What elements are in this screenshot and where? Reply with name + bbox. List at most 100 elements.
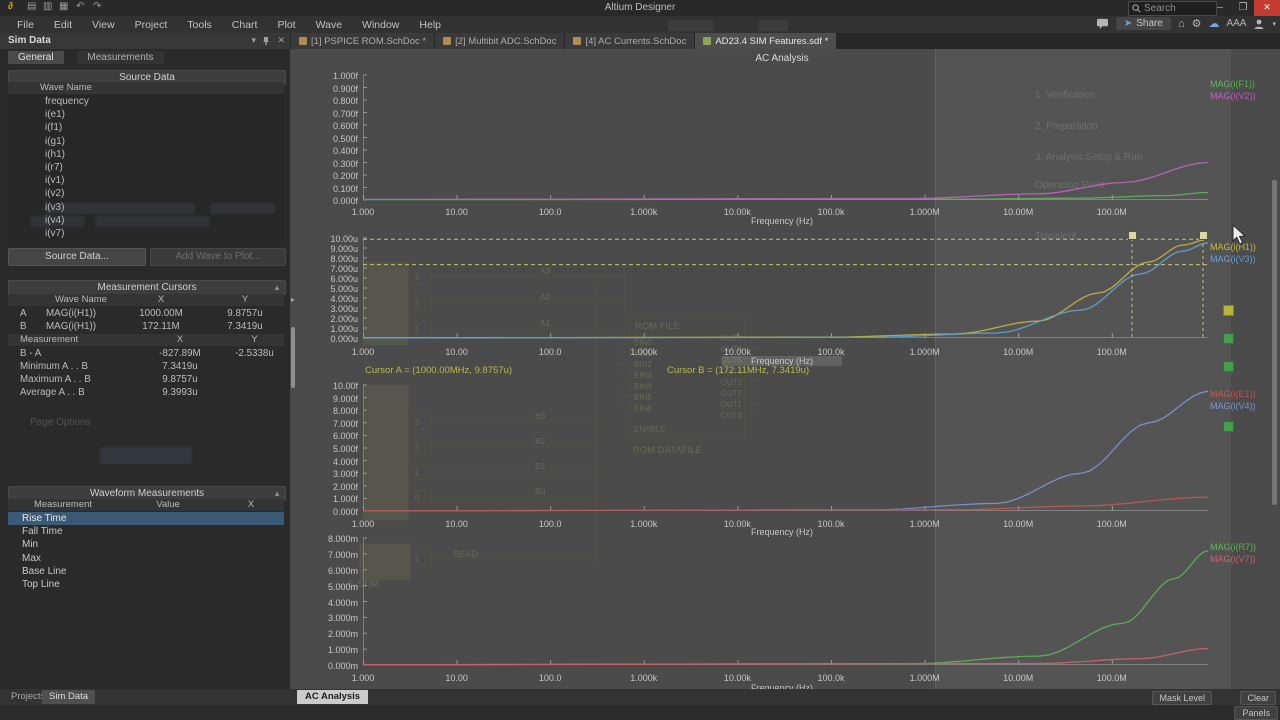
vertical-scrollbar[interactable] [1272, 180, 1277, 505]
y-tick-label: 0.000f [314, 196, 358, 206]
document-tab[interactable]: [1] PSPICE ROM.SchDoc * [291, 33, 434, 49]
pin-icon[interactable] [262, 36, 270, 46]
wave-legend-label[interactable]: MAG(i(V7)) [1210, 554, 1256, 564]
panel-menu-chevron-icon[interactable]: ▾ [251, 35, 256, 46]
menu-plot[interactable]: Plot [268, 18, 304, 32]
comment-icon[interactable] [1096, 18, 1109, 29]
wave-list-item[interactable]: i(f1) [8, 121, 284, 134]
plot-canvas[interactable] [363, 385, 1208, 517]
measure-row[interactable]: Maximum A . . B9.8757u [8, 373, 284, 386]
y-tick-label: 5.000m [314, 582, 358, 592]
tab-sim-data[interactable]: Sim Data [42, 690, 95, 704]
window-title: Altium Designer [0, 2, 1280, 13]
y-tick-label: 4.000f [314, 457, 358, 467]
x-tick-label: 100.0M [1084, 519, 1140, 529]
waveform-measurement-row[interactable]: Top Line [8, 578, 284, 591]
menu-chart[interactable]: Chart [223, 18, 267, 32]
x-tick-label: 1.000M [897, 519, 953, 529]
ghost-dashboard-title: Simulation Dashboard [1030, 49, 1128, 50]
wave-legend-label[interactable]: MAG(i(F1)) [1210, 79, 1255, 89]
measurement-cursors-header[interactable]: Measurement Cursors▲ [8, 280, 286, 295]
add-wave-to-plot-button: Add Wave to Plot... [150, 248, 286, 266]
minimize-button[interactable]: – [1208, 0, 1232, 16]
cursor-row[interactable]: AMAG(i(H1))1000.00M9.8757u [8, 307, 284, 320]
y-tick-label: 0.300f [314, 159, 358, 169]
menu-tools[interactable]: Tools [178, 18, 221, 32]
user-icon[interactable] [1253, 18, 1265, 30]
close-button[interactable]: ✕ [1254, 0, 1280, 16]
wave-legend-label[interactable]: MAG(i(V4)) [1210, 401, 1256, 411]
source-data-button[interactable]: Source Data... [8, 248, 146, 266]
waveform-measurement-row[interactable]: Fall Time [8, 525, 284, 538]
document-tab[interactable]: AD23.4 SIM Features.sdf * [695, 33, 836, 49]
menu-file[interactable]: File [8, 18, 43, 32]
cloud-icon[interactable]: ☁ [1208, 18, 1219, 30]
clear-button[interactable]: Clear [1240, 691, 1276, 705]
menu-window[interactable]: Window [353, 18, 408, 32]
x-tick-label: 100.0 [522, 519, 578, 529]
wave-legend-label[interactable]: MAG(i(V2)) [1210, 91, 1256, 101]
wave-list-item[interactable]: i(r7) [8, 161, 284, 174]
user-chevron-icon[interactable]: ▾ [1272, 20, 1276, 28]
wave-list-item[interactable]: frequency [8, 95, 284, 108]
panel-expand-arrow-icon[interactable]: ▸ [291, 295, 295, 304]
menu-help[interactable]: Help [410, 18, 450, 32]
y-tick-label: 4.000u [314, 294, 358, 304]
waveform-measurement-row[interactable]: Max [8, 552, 284, 565]
measure-rows: B - A-827.89M-2.5338uMinimum A . . B7.34… [8, 347, 284, 399]
panel-tab-measurements[interactable]: Measurements [77, 51, 163, 64]
plot-canvas[interactable] [363, 75, 1208, 206]
plot-canvas[interactable] [363, 238, 1208, 344]
share-button[interactable]: ➤Share [1116, 17, 1171, 30]
collapse-chevron-icon[interactable]: ▲ [273, 281, 281, 294]
home-icon[interactable]: ⌂ [1178, 18, 1185, 30]
mouse-cursor [1232, 224, 1248, 246]
waveform-measurement-row[interactable]: Base Line [8, 565, 284, 578]
menu-project[interactable]: Project [126, 18, 177, 32]
wave-list-item[interactable]: i(v2) [8, 187, 284, 200]
cursor-x-value: 172.11M [116, 320, 206, 333]
wave-color-swatch[interactable] [1223, 361, 1234, 372]
wave-list-item[interactable]: i(g1) [8, 135, 284, 148]
panel-tab-general[interactable]: General [8, 51, 64, 64]
measure-name: Average A . . B [8, 386, 135, 399]
text-size-control[interactable]: AAA [1226, 18, 1246, 29]
menu-wave[interactable]: Wave [307, 18, 351, 32]
cursor-rows: AMAG(i(H1))1000.00M9.8757uBMAG(i(H1))172… [8, 307, 284, 333]
cursor-b-handle[interactable] [1128, 231, 1137, 240]
wave-color-swatch[interactable] [1223, 305, 1234, 316]
tab-ac-analysis[interactable]: AC Analysis [297, 690, 368, 704]
menubar: FileEditViewProjectToolsChartPlotWaveWin… [0, 16, 1280, 33]
menu-view[interactable]: View [83, 18, 124, 32]
wave-legend-label[interactable]: MAG(i(V3)) [1210, 254, 1256, 264]
wave-list-item[interactable]: i(e1) [8, 108, 284, 121]
wave-list-item[interactable]: i(h1) [8, 148, 284, 161]
wave-list-item[interactable]: i(v7) [8, 227, 284, 240]
waveform-measurement-row[interactable]: Min [8, 538, 284, 551]
panel-close-icon[interactable]: ✕ [277, 35, 285, 46]
document-tab[interactable]: [2] Multibit ADC.SchDoc [435, 33, 564, 49]
wave-color-swatch[interactable] [1223, 333, 1234, 344]
menu-edit[interactable]: Edit [45, 18, 81, 32]
wave-legend-label[interactable]: MAG(i(R7)) [1210, 542, 1256, 552]
cursor-row[interactable]: BMAG(i(H1))172.11M7.3419u [8, 320, 284, 333]
measure-row[interactable]: Minimum A . . B7.3419u [8, 360, 284, 373]
maximize-button[interactable]: ❐ [1231, 0, 1255, 16]
wave-legend-label[interactable]: MAG(i(E1)) [1210, 389, 1256, 399]
measure-row[interactable]: B - A-827.89M-2.5338u [8, 347, 284, 360]
x-tick-label: 1.000k [616, 519, 672, 529]
mask-level-button[interactable]: Mask Level [1152, 691, 1212, 705]
panels-button[interactable]: Panels [1234, 706, 1278, 720]
measure-row[interactable]: Average A . . B9.3993u [8, 386, 284, 399]
wave-list-item[interactable]: i(v1) [8, 174, 284, 187]
splitter-handle[interactable] [291, 327, 295, 388]
plot-canvas[interactable] [363, 538, 1208, 671]
cursor-a-handle[interactable] [1199, 231, 1208, 240]
document-tab[interactable]: [4] AC Currents.SchDoc [565, 33, 694, 49]
waveform-measurement-row[interactable]: Rise Time [8, 512, 284, 525]
search-input[interactable]: Search [1128, 1, 1217, 16]
ghost-artifact [45, 203, 195, 214]
wave-color-swatch[interactable] [1223, 421, 1234, 432]
titlebar-right-tools: ➤Share ⌂ ⚙ ☁ AAA ▾ [1096, 17, 1276, 30]
gear-icon[interactable]: ⚙ [1192, 18, 1202, 30]
